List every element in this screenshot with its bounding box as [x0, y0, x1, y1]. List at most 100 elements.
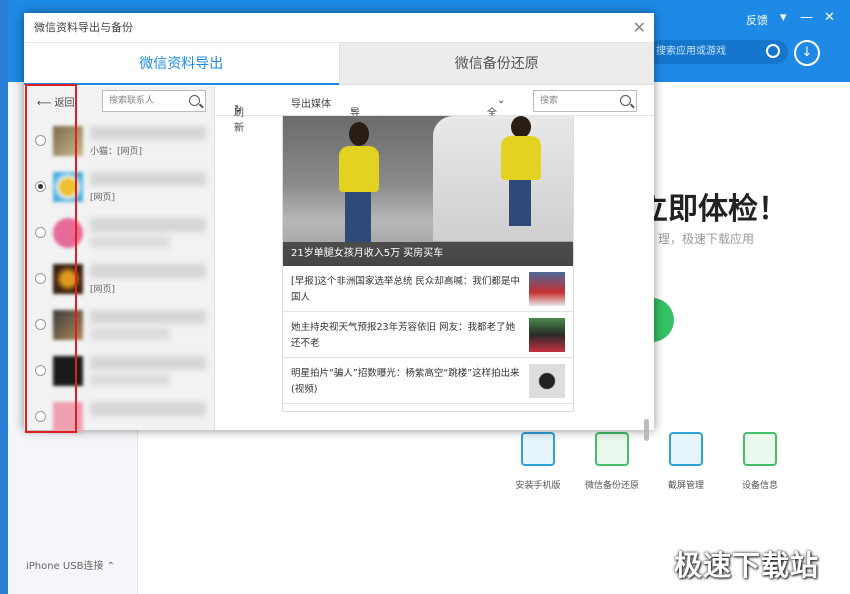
avatar [53, 356, 83, 386]
avatar [53, 172, 83, 202]
contact-snippet-blurred [90, 236, 170, 248]
news-thumbnail [529, 318, 565, 352]
tool-install-mobile[interactable]: 安装手机版 [508, 432, 568, 491]
wechat-icon [595, 432, 629, 466]
contact-snippet-blurred [90, 374, 170, 386]
scrollbar[interactable] [644, 419, 649, 441]
contact-row[interactable] [24, 210, 215, 256]
hero-photo-figure [345, 192, 371, 242]
news-title: [早报]这个非洲国家选举总统 民众却高喊：我们都是中国人 [291, 276, 520, 303]
hero-photo-figure [511, 116, 531, 138]
dialog-tabs: 微信资料导出 微信备份还原 [24, 43, 654, 85]
hero-photo-figure [509, 180, 531, 226]
contact-radio[interactable] [35, 273, 46, 284]
news-thumbnail [529, 272, 565, 306]
close-window-icon[interactable]: ✕ [824, 10, 835, 25]
filter-dropdown[interactable]: 全部 ⌄ [487, 95, 505, 134]
contact-name-blurred [90, 126, 206, 140]
feedback-link[interactable]: 反馈 [746, 12, 768, 28]
hero-photo-figure [501, 136, 541, 180]
dialog-titlebar: 微信资料导出与备份 ✕ [24, 13, 654, 43]
contact-snippet-blurred [90, 328, 170, 340]
app-search-input[interactable]: 搜索应用或游戏 [648, 40, 788, 64]
message-toolbar: ↻ 刷新 导出媒体 导出消息 ⌄ 全部 ⌄ 搜索 [216, 86, 654, 164]
tool-device-info[interactable]: 设备信息 [730, 432, 790, 491]
contact-radio[interactable] [35, 135, 46, 146]
contact-panel: ⟵ 返回 搜索联系人 小猫：[网页] [网页] [网页] [24, 86, 215, 432]
contact-row[interactable]: [网页] [24, 164, 215, 210]
avatar [53, 126, 83, 156]
checkup-headline: 立即体检！ [638, 192, 788, 227]
checkup-subline: 理，极速下载应用 [658, 232, 755, 246]
back-button[interactable]: ⟵ 返回 [37, 94, 75, 109]
crop-icon [669, 432, 703, 466]
hero-caption: 21岁单腿女孩月收入5万 买房买车 [283, 242, 573, 266]
avatar [53, 264, 83, 294]
news-thumbnail [529, 364, 565, 398]
close-icon[interactable]: ✕ [633, 13, 646, 43]
news-item[interactable]: [早报]这个非洲国家选举总统 民众却高喊：我们都是中国人 [283, 266, 573, 312]
tool-label: 微信备份还原 [584, 481, 639, 491]
refresh-label: 刷新 [234, 108, 244, 134]
news-item[interactable]: 明星拍片“骗人”招数曝光：杨紫高空“跳楼”这样拍出来(视频) [283, 358, 573, 404]
avatar [53, 310, 83, 340]
contact-row[interactable]: 小猫：[网页] [24, 118, 215, 164]
avatar [53, 402, 83, 432]
tool-label: 设备信息 [741, 481, 778, 491]
contact-name-blurred [90, 264, 206, 278]
news-title: 她主持央视天气预报23年芳容依旧 网友：我都老了她还不老 [291, 322, 516, 349]
contact-name-blurred [90, 402, 206, 416]
news-title: 明星拍片“骗人”招数曝光：杨紫高空“跳楼”这样拍出来(视频) [291, 368, 520, 395]
contact-row[interactable] [24, 394, 215, 440]
wechat-export-dialog: 微信资料导出与备份 ✕ 微信资料导出 微信备份还原 ⟵ 返回 搜索联系人 小猫：… [24, 13, 654, 441]
menu-icon[interactable]: ▾ [780, 10, 787, 25]
tool-label: 截屏管理 [667, 481, 704, 491]
message-search-input[interactable]: 搜索 [533, 90, 637, 112]
message-preview: 21岁单腿女孩月收入5万 买房买车 [早报]这个非洲国家选举总统 民众却高喊：我… [282, 116, 574, 412]
contact-snippet: [网页] [90, 285, 116, 295]
avatar [53, 218, 83, 248]
tool-label: 安装手机版 [515, 481, 561, 491]
contact-snippet: [网页] [90, 193, 116, 203]
dialog-title: 微信资料导出与备份 [34, 21, 133, 34]
watermark: 极速下载站 [674, 549, 820, 582]
connection-label: iPhone USB连接 [26, 561, 104, 572]
connection-status[interactable]: iPhone USB连接 ⌃ [26, 557, 115, 572]
tab-wechat-export[interactable]: 微信资料导出 [24, 43, 339, 85]
news-item[interactable]: 她主持央视天气预报23年芳容依旧 网友：我都老了她还不老 [283, 312, 573, 358]
contact-toolbar: ⟵ 返回 搜索联系人 [24, 86, 214, 116]
device-info-icon [743, 432, 777, 466]
contact-radio[interactable] [35, 411, 46, 422]
back-label: 返回 [54, 98, 75, 109]
contact-snippet: 小猫：[网页] [90, 147, 143, 157]
contact-name-blurred [90, 172, 206, 186]
export-media-button[interactable]: 导出媒体 [291, 95, 331, 110]
contact-row[interactable] [24, 302, 215, 348]
tool-wechat-backup[interactable]: 微信备份还原 [582, 432, 642, 491]
tab-wechat-restore[interactable]: 微信备份还原 [338, 43, 654, 85]
download-icon[interactable]: ↓ [794, 40, 820, 66]
contact-row[interactable] [24, 348, 215, 394]
contact-row[interactable]: [网页] [24, 256, 215, 302]
contact-name-blurred [90, 310, 206, 324]
contact-search-placeholder: 搜索联系人 [109, 96, 155, 106]
contact-radio[interactable] [35, 319, 46, 330]
app-search-placeholder: 搜索应用或游戏 [656, 46, 726, 57]
search-icon[interactable] [189, 95, 200, 106]
contact-radio[interactable] [35, 365, 46, 376]
message-search-placeholder: 搜索 [540, 96, 559, 106]
contact-radio[interactable] [35, 227, 46, 238]
search-icon[interactable] [766, 44, 780, 58]
contact-name-blurred [90, 356, 206, 370]
minimize-icon[interactable]: — [800, 10, 813, 25]
tool-screenshot-manager[interactable]: 截屏管理 [656, 432, 716, 491]
contact-radio[interactable] [35, 181, 46, 192]
message-panel: ↻ 刷新 导出媒体 导出消息 ⌄ 全部 ⌄ 搜索 21岁单腿女孩月收入5万 买房… [216, 86, 654, 441]
news-hero-image[interactable]: 21岁单腿女孩月收入5万 买房买车 [283, 116, 573, 266]
contact-search-input[interactable]: 搜索联系人 [102, 90, 206, 112]
hero-photo-figure [339, 146, 379, 192]
search-icon[interactable] [620, 95, 631, 106]
phone-icon [521, 432, 555, 466]
contact-name-blurred [90, 218, 206, 232]
hero-photo-figure [349, 122, 369, 146]
